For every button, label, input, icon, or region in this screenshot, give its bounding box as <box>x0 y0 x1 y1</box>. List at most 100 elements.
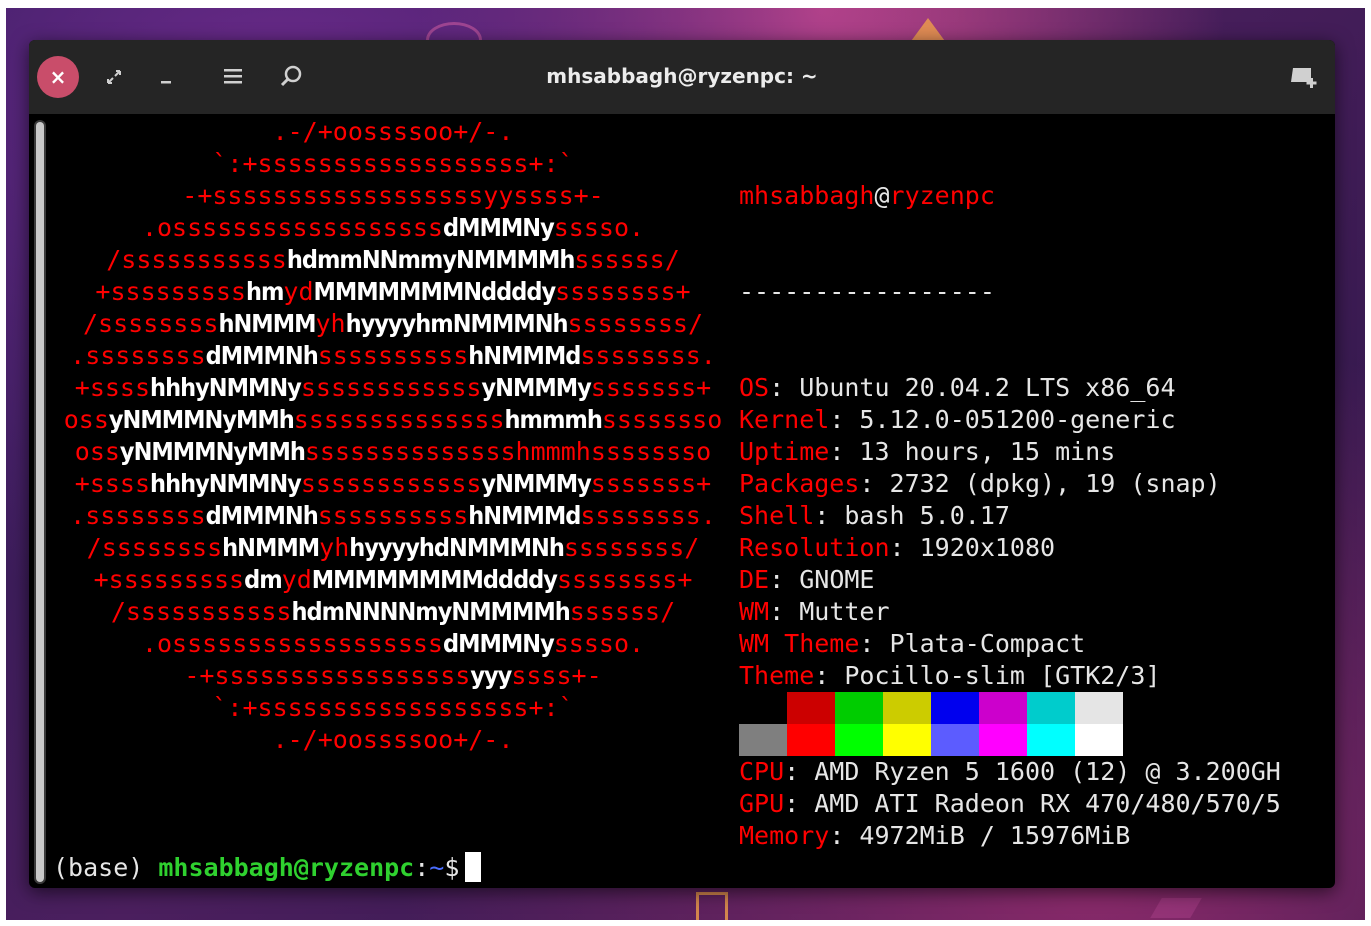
info-row: Theme: Pocillo-slim [GTK2/3] <box>739 660 1335 692</box>
info-at: @ <box>874 181 890 210</box>
logo-segment: yd <box>281 565 312 594</box>
info-header: mhsabbagh@ryzenpc <box>739 180 1335 212</box>
logo-line: `:+ssssssssssssssssss+:` <box>53 148 733 180</box>
prompt-symbol: $ <box>444 853 460 882</box>
info-value: : 2732 (dpkg), 19 (snap) <box>859 469 1221 498</box>
logo-segment: sssso. <box>553 213 645 242</box>
vertical-scrollbar[interactable] <box>34 120 46 884</box>
logo-segment: hdmmNNmmyNMMMMh <box>286 245 576 274</box>
minimize-button[interactable] <box>153 64 179 90</box>
color-swatch <box>1075 724 1123 756</box>
logo-line: /sssssssshNMMMyhhyyyyhmNMMMNhssssssss/ <box>53 308 733 340</box>
text-cursor <box>465 852 482 882</box>
info-fields: OS: Ubuntu 20.04.2 LTS x86_64 Kernel: 5.1… <box>739 372 1335 852</box>
logo-segment: MMMMMMMNddddy <box>313 277 557 306</box>
search-button[interactable] <box>277 62 305 90</box>
color-swatch <box>931 724 979 756</box>
info-row: Kernel: 5.12.0-051200-generic <box>739 404 1335 436</box>
logo-segment: hmmmh <box>504 405 603 434</box>
color-swatch <box>979 692 1027 724</box>
info-separator: ----------------- <box>739 277 995 306</box>
info-label: DE <box>739 565 770 594</box>
info-value: : 13 hours, 15 mins <box>829 437 1116 466</box>
menu-button[interactable] <box>219 62 247 90</box>
logo-segment: ssssss/ <box>574 245 680 274</box>
close-button[interactable]: × <box>37 56 79 98</box>
info-row: Packages: 2732 (dpkg), 19 (snap) <box>739 468 1335 500</box>
logo-segment: hyyyyhmNMMMNh <box>345 309 569 338</box>
info-value: : Plata-Compact <box>859 629 1086 658</box>
color-swatch <box>835 692 883 724</box>
info-row: Resolution: 1920x1080 <box>739 532 1335 564</box>
logo-line: .ssssssssdMMMNhsssssssssshNMMMdssssssss. <box>53 340 733 372</box>
logo-segment: dMMMNh <box>205 501 319 530</box>
info-row: Uptime: 13 hours, 15 mins <box>739 436 1335 468</box>
logo-segment: yyy <box>470 661 512 690</box>
logo-segment: hNMMM <box>222 533 320 562</box>
logo-segment: hhhyNMMNy <box>150 373 302 402</box>
logo-line: .-/+oossssoo+/-. <box>53 116 733 148</box>
logo-segment: ssssssss+ <box>556 565 693 594</box>
info-row: GPU: AMD ATI Radeon RX 470/480/570/5 <box>739 788 1335 820</box>
logo-segment: `:+ssssssssssssssssss+:` <box>212 693 574 722</box>
logo-segment: yh <box>315 309 346 338</box>
logo-segment: ssssss/ <box>569 597 676 626</box>
logo-segment: sssssss+ <box>590 373 712 402</box>
logo-segment: ssssssssssssss <box>293 405 505 434</box>
logo-segment: ssssssss/ <box>567 309 703 338</box>
logo-segment: hdmNNNNmyNMMMMh <box>291 597 570 626</box>
title-bar: mhsabbagh@ryzenpc: ~ × <box>29 40 1335 114</box>
logo-segment: +sssssssss <box>93 565 245 594</box>
info-row: WM: Mutter <box>739 596 1335 628</box>
search-icon <box>280 65 302 87</box>
logo-segment: ssssssss/ <box>563 533 700 562</box>
logo-segment: dMMMNy <box>442 629 555 658</box>
info-value: : Pocillo-slim [GTK2/3] <box>814 661 1161 690</box>
logo-line: +sssshhhyNMMNyssssssssssssyNMMMysssssss+ <box>53 468 733 500</box>
info-label: WM <box>739 597 770 626</box>
logo-segment: ssssssss. <box>580 341 716 370</box>
logo-segment: hNMMMd <box>468 341 581 370</box>
info-value: : Mutter <box>769 597 890 626</box>
logo-line: /sssssssshNMMMyhhyyyyhdNMMMNhssssssss/ <box>53 532 733 564</box>
logo-segment: sssssssssssssshmmmhssssssso <box>304 437 712 466</box>
info-label: GPU <box>739 789 785 818</box>
logo-line: +sssssssssdmydMMMMMMMMddddyssssssss+ <box>53 564 733 596</box>
logo-segment: hNMMMd <box>468 501 581 530</box>
scrollbar-thumb[interactable] <box>36 122 44 882</box>
maximize-button[interactable] <box>101 64 127 90</box>
logo-segment: `:+ssssssssssssssssss+:` <box>212 149 574 178</box>
logo-segment: yh <box>319 533 350 562</box>
prompt-colon: : <box>414 853 430 882</box>
logo-line: .-/+oossssoo+/-. <box>53 724 733 756</box>
info-label: Theme <box>739 661 815 690</box>
wallpaper-decoration <box>696 892 728 920</box>
info-value: : GNOME <box>769 565 875 594</box>
new-tab-button[interactable] <box>1287 62 1321 92</box>
logo-segment: .ossssssssssssssssss <box>141 213 443 242</box>
maximize-icon <box>107 70 121 84</box>
hamburger-menu-icon <box>224 69 242 84</box>
logo-segment: ssssssssss <box>317 501 469 530</box>
terminal-output[interactable]: .-/+oossssoo+/-. `:+ssssssssssssssssss+:`… <box>53 116 1333 886</box>
prompt-path: ~ <box>429 853 445 882</box>
logo-segment: -+sssssssssssssssss <box>184 661 471 690</box>
logo-line: -+sssssssssssssssssyyyssss+- <box>53 660 733 692</box>
color-swatch <box>1075 692 1123 724</box>
info-value: : 1920x1080 <box>889 533 1056 562</box>
color-swatch <box>739 692 787 724</box>
color-swatch <box>787 692 835 724</box>
logo-line: /ssssssssssshdmmNNmmyNMMMMhssssss/ <box>53 244 733 276</box>
logo-segment: +ssss <box>74 469 151 498</box>
logo-segment: MMMMMMMMddddy <box>311 565 558 594</box>
info-label: Uptime <box>739 437 830 466</box>
info-value: : bash 5.0.17 <box>814 501 1010 530</box>
info-row: Shell: bash 5.0.17 <box>739 500 1335 532</box>
logo-segment: dm <box>244 565 283 594</box>
color-swatch <box>979 724 1027 756</box>
logo-segment: sssssss+ <box>590 469 712 498</box>
color-palette <box>739 692 1123 756</box>
logo-line: +sssshhhyNMMNyssssssssssssyNMMMysssssss+ <box>53 372 733 404</box>
info-label: Kernel <box>739 405 830 434</box>
info-value: : Ubuntu 20.04.2 LTS x86_64 <box>769 373 1176 402</box>
